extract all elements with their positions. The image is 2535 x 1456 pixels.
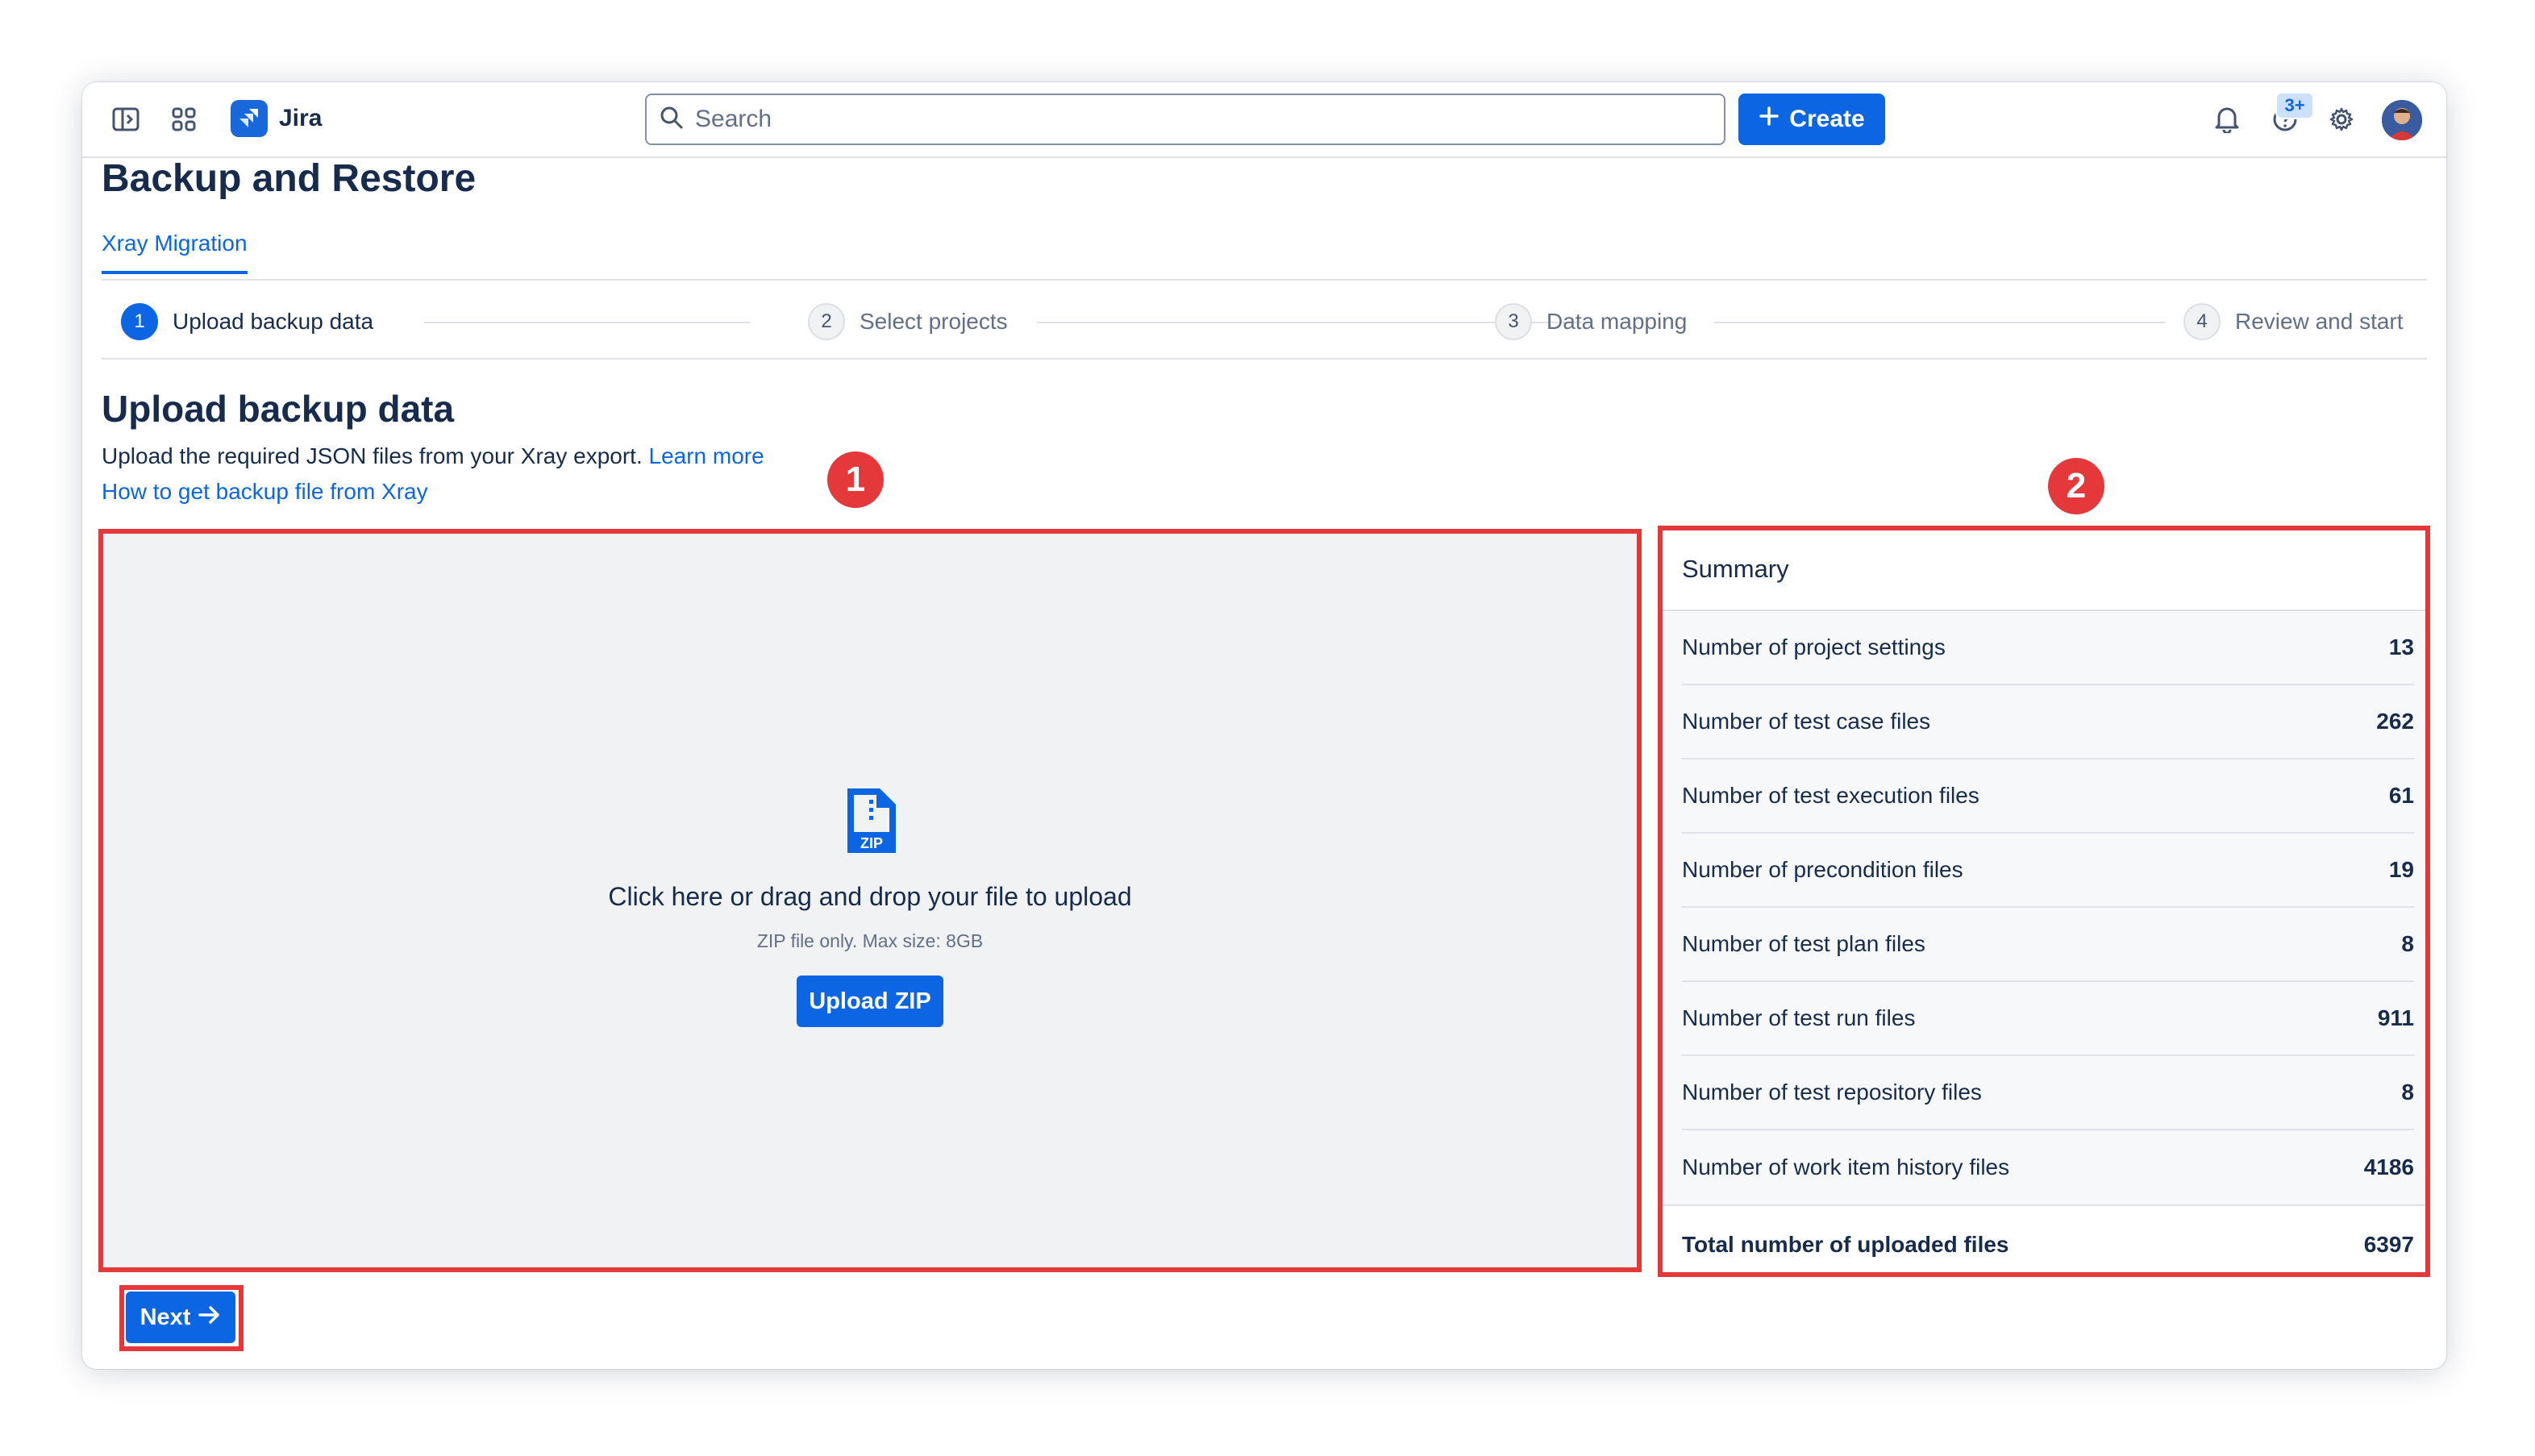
annotation-marker-2: 2 (2048, 458, 2104, 514)
search-input[interactable] (693, 105, 1664, 134)
step-upload-backup-data: 1 Upload backup data (121, 303, 373, 340)
step-data-mapping: 3 Data mapping (1495, 303, 1687, 340)
step-number: 4 (2183, 303, 2221, 340)
annotation-marker-1: 1 (827, 451, 884, 508)
tab-xray-migration[interactable]: Xray Migration (102, 231, 248, 274)
sidebar-toggle-icon[interactable] (110, 103, 142, 135)
step-review-and-start: 4 Review and start (2183, 303, 2404, 340)
howto-backup-link[interactable]: How to get backup file from Xray (102, 479, 428, 505)
step-number: 3 (1495, 303, 1532, 340)
step-label: Review and start (2235, 309, 2404, 334)
search-field[interactable] (645, 94, 1725, 145)
annotation-box-dropzone (98, 529, 1642, 1272)
progress-stepper: 1 Upload backup data 2 Select projects 3… (102, 298, 2427, 347)
search-icon (660, 106, 684, 134)
step-number: 2 (808, 303, 845, 340)
upload-description: Upload the required JSON files from your… (102, 443, 764, 469)
page-title: Backup and Restore (102, 157, 477, 200)
step-connector (424, 322, 750, 323)
create-button[interactable]: Create (1738, 94, 1885, 145)
step-number: 1 (121, 303, 158, 340)
learn-more-link[interactable]: Learn more (649, 443, 764, 468)
user-avatar[interactable] (2382, 100, 2422, 140)
step-label: Data mapping (1546, 309, 1688, 334)
step-connector (1714, 322, 2166, 323)
notifications-icon[interactable] (2211, 103, 2243, 135)
jira-logo-icon[interactable] (231, 100, 268, 137)
create-label: Create (1789, 106, 1865, 132)
step-select-projects: 2 Select projects (808, 303, 1008, 340)
top-nav: Jira Create 3+ (82, 82, 2446, 158)
app-switcher-icon[interactable] (168, 103, 200, 135)
settings-gear-icon[interactable] (2325, 103, 2358, 135)
stepper-divider (102, 358, 2427, 360)
notification-badge: 3+ (2275, 92, 2314, 119)
description-text: Upload the required JSON files from your… (102, 443, 643, 468)
section-title: Upload backup data (102, 388, 455, 430)
step-label: Select projects (860, 309, 1008, 334)
step-label: Upload backup data (173, 309, 374, 334)
annotation-box-next (119, 1285, 244, 1351)
plus-icon (1759, 106, 1779, 133)
brand-name[interactable]: Jira (279, 105, 322, 132)
app-window: Jira Create 3+ Backup and Restore X (82, 82, 2446, 1369)
annotation-box-summary (1658, 526, 2430, 1277)
tab-divider (102, 279, 2427, 281)
